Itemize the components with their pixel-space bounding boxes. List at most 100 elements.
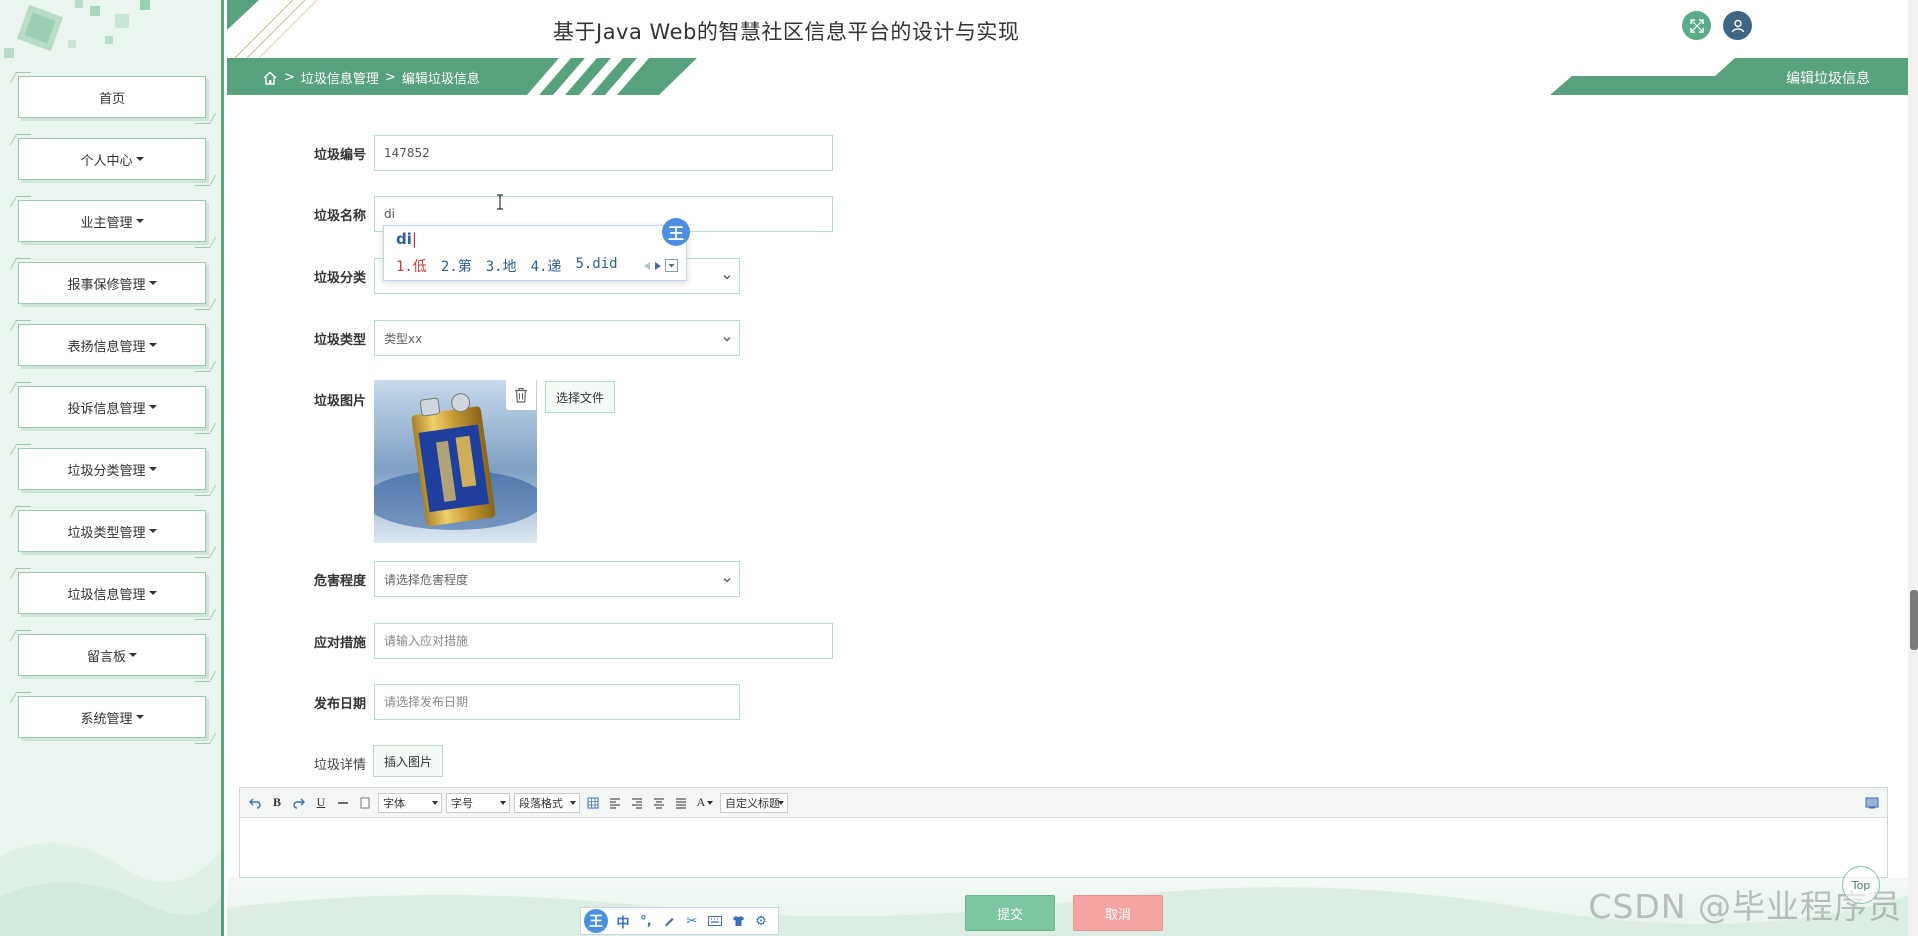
measures-field[interactable] <box>374 623 833 659</box>
waste-number-field[interactable] <box>374 135 833 171</box>
sidebar: 首页 个人中心 业主管理 报事保修管理 表扬信息管理 投诉信息管理 垃圾分类管理… <box>0 0 224 936</box>
fullscreen-button[interactable] <box>1682 11 1711 40</box>
sidebar-item-repair-management[interactable]: 报事保修管理 <box>18 262 206 304</box>
sidebar-item-label: 表扬信息管理 <box>67 339 146 355</box>
sidebar-item-system-management[interactable]: 系统管理 <box>18 696 206 738</box>
triangle-left-icon[interactable] <box>643 261 651 271</box>
punctuation-icon[interactable]: °, <box>638 913 654 929</box>
publish-date-input[interactable] <box>384 695 730 709</box>
rich-text-editor: B U 字体 字号 段落格式 A 自定义标题 <box>239 787 1888 878</box>
home-icon[interactable] <box>262 70 278 86</box>
keyboard-icon[interactable] <box>707 913 723 929</box>
caret-down-icon <box>129 653 137 657</box>
sidebar-item-complaint-management[interactable]: 投诉信息管理 <box>18 386 206 428</box>
sidebar-item-message-board[interactable]: 留言板 <box>18 634 206 676</box>
hazard-level-label: 危害程度 <box>313 574 366 589</box>
triangle-right-icon[interactable] <box>654 261 662 271</box>
breadcrumb: > 垃圾信息管理 > 编辑垃圾信息 <box>262 68 480 87</box>
custom-heading-select[interactable]: 自定义标题 <box>720 792 788 813</box>
cancel-button[interactable]: 取消 <box>1073 895 1163 931</box>
waste-type-selected-value: 类型xx <box>384 331 423 346</box>
back-to-top-button[interactable]: Top <box>1842 866 1880 904</box>
delete-image-button[interactable] <box>506 380 536 410</box>
document-icon[interactable] <box>356 794 374 812</box>
sidebar-item-label: 垃圾类型管理 <box>67 525 146 541</box>
caret-down-icon <box>135 157 144 161</box>
bold-icon[interactable]: B <box>268 794 286 812</box>
breadcrumb-separator: > <box>384 70 396 85</box>
font-color-icon[interactable]: A <box>694 794 716 812</box>
horizontal-rule-icon[interactable] <box>334 794 352 812</box>
caret-down-icon <box>148 467 157 471</box>
waste-number-input[interactable] <box>384 146 823 160</box>
waste-type-select[interactable]: 类型xx <box>374 320 740 356</box>
custom-heading-label: 自定义标题 <box>725 796 780 810</box>
sidebar-item-waste-type-management[interactable]: 垃圾类型管理 <box>18 510 206 552</box>
breadcrumb-separator: > <box>284 70 295 85</box>
header: 基于Java Web的智慧社区信息平台的设计与实现 <box>227 0 1908 58</box>
paragraph-format-label: 段落格式 <box>519 796 563 810</box>
publish-date-label: 发布日期 <box>313 697 366 712</box>
vertical-scrollbar[interactable] <box>1908 0 1918 936</box>
ime-logo-badge: 王 <box>662 218 690 246</box>
align-left-icon[interactable] <box>606 794 624 812</box>
ime-composition: di| <box>396 230 417 248</box>
measures-input[interactable] <box>384 634 823 648</box>
ime-logo-icon[interactable]: 王 <box>584 909 608 933</box>
hazard-level-select[interactable]: 请选择危害程度 <box>374 561 740 597</box>
choose-file-button[interactable]: 选择文件 <box>545 381 616 413</box>
skin-shirt-icon[interactable] <box>730 913 746 929</box>
editor-content-area[interactable] <box>240 818 1887 878</box>
sidebar-item-waste-category-management[interactable]: 垃圾分类管理 <box>18 448 206 490</box>
page-tag: 编辑垃圾信息 <box>1550 58 1908 95</box>
scissors-icon[interactable]: ✂ <box>684 913 700 929</box>
hazard-level-placeholder: 请选择危害程度 <box>384 572 469 587</box>
ime-candidate[interactable]: 3.地 <box>486 256 517 276</box>
sidebar-wave-decoration <box>0 843 221 936</box>
form-footer: 提交 取消 CSDN @毕业程序员 <box>227 878 1908 936</box>
submit-button[interactable]: 提交 <box>965 895 1055 931</box>
sidebar-item-label: 报事保修管理 <box>67 277 146 293</box>
ime-candidate[interactable]: 4.递 <box>531 256 562 276</box>
sidebar-item-praise-management[interactable]: 表扬信息管理 <box>18 324 206 366</box>
font-size-label: 字号 <box>451 796 473 810</box>
redo-icon[interactable] <box>290 794 308 812</box>
settings-gear-icon[interactable]: ⚙ <box>753 913 769 929</box>
waste-name-input[interactable] <box>384 207 823 221</box>
ime-candidate[interactable]: 5.did <box>575 256 617 276</box>
sidebar-item-owner-management[interactable]: 业主管理 <box>18 200 206 242</box>
expand-down-icon[interactable] <box>665 259 678 272</box>
sidebar-item-personal-center[interactable]: 个人中心 <box>18 138 206 180</box>
caret-down-icon <box>148 405 157 409</box>
user-icon <box>1731 19 1744 32</box>
waste-type-label: 垃圾类型 <box>313 333 366 348</box>
sidebar-item-label: 业主管理 <box>80 215 133 231</box>
undo-icon[interactable] <box>246 794 264 812</box>
handwriting-icon[interactable] <box>661 913 677 929</box>
ime-candidate-list: 1.低 2.第 3.地 4.递 5.did <box>396 256 618 276</box>
font-family-select[interactable]: 字体 <box>378 792 442 813</box>
align-right-icon[interactable] <box>628 794 646 812</box>
table-icon[interactable] <box>584 794 602 812</box>
ime-candidate[interactable]: 2.第 <box>441 256 472 276</box>
font-size-select[interactable]: 字号 <box>446 792 510 813</box>
source-code-icon[interactable] <box>1863 794 1881 812</box>
ime-candidate[interactable]: 1.低 <box>396 256 427 276</box>
sidebar-item-waste-info-management[interactable]: 垃圾信息管理 <box>18 572 206 614</box>
editor-toolbar: B U 字体 字号 段落格式 A 自定义标题 <box>240 788 1887 818</box>
caret-down-icon <box>148 343 157 347</box>
publish-date-field[interactable] <box>374 684 740 720</box>
scrollbar-thumb[interactable] <box>1910 590 1918 650</box>
breadcrumb-link-waste-info-management[interactable]: 垃圾信息管理 <box>301 68 379 87</box>
user-avatar-button[interactable] <box>1723 11 1752 40</box>
paragraph-format-select[interactable]: 段落格式 <box>514 792 580 813</box>
align-justify-icon[interactable] <box>672 794 690 812</box>
insert-image-button[interactable]: 插入图片 <box>373 745 444 777</box>
ime-mode-toggle[interactable]: 中 <box>615 913 631 931</box>
sidebar-item-home[interactable]: 首页 <box>18 76 206 118</box>
sidebar-item-label: 个人中心 <box>80 153 133 169</box>
underline-icon[interactable]: U <box>312 794 330 812</box>
waste-name-label: 垃圾名称 <box>313 209 366 224</box>
align-center-icon[interactable] <box>650 794 668 812</box>
ime-status-bar: 王 中 °, ✂ ⚙ <box>580 907 779 935</box>
